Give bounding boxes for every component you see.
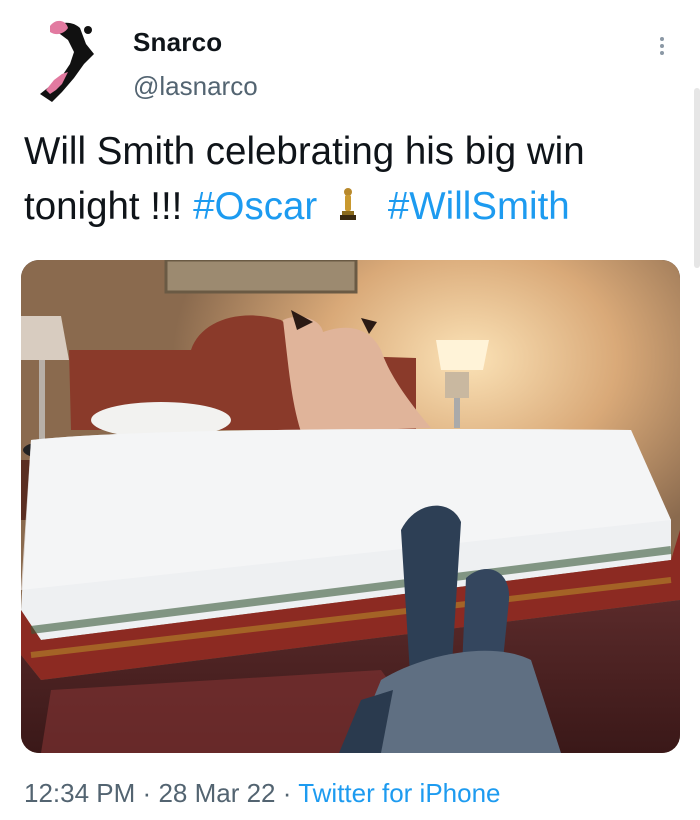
tweet-source[interactable]: Twitter for iPhone — [298, 778, 500, 808]
separator: · — [282, 778, 292, 808]
scrollbar[interactable] — [694, 88, 700, 268]
avatar-illustration-icon — [40, 20, 94, 102]
hashtag-oscar[interactable]: #Oscar — [193, 185, 317, 228]
tweet-photo[interactable] — [21, 260, 680, 753]
tweet-date[interactable]: 28 Mar 22 — [158, 778, 275, 808]
display-name[interactable]: Snarco — [133, 27, 222, 58]
trophy-icon — [334, 181, 362, 220]
tweet-text: Will Smith celebrating his big win tonig… — [24, 124, 684, 234]
user-handle[interactable]: @lasnarco — [133, 71, 258, 102]
more-options-icon[interactable] — [656, 34, 668, 62]
separator: · — [142, 778, 152, 808]
hashtag-willsmith[interactable]: #WillSmith — [388, 185, 570, 228]
hotel-room-photo — [21, 260, 680, 753]
tweet-meta: 12:34 PM · 28 Mar 22 · Twitter for iPhon… — [24, 778, 501, 809]
tweet-time[interactable]: 12:34 PM — [24, 778, 135, 808]
avatar[interactable] — [22, 14, 118, 106]
